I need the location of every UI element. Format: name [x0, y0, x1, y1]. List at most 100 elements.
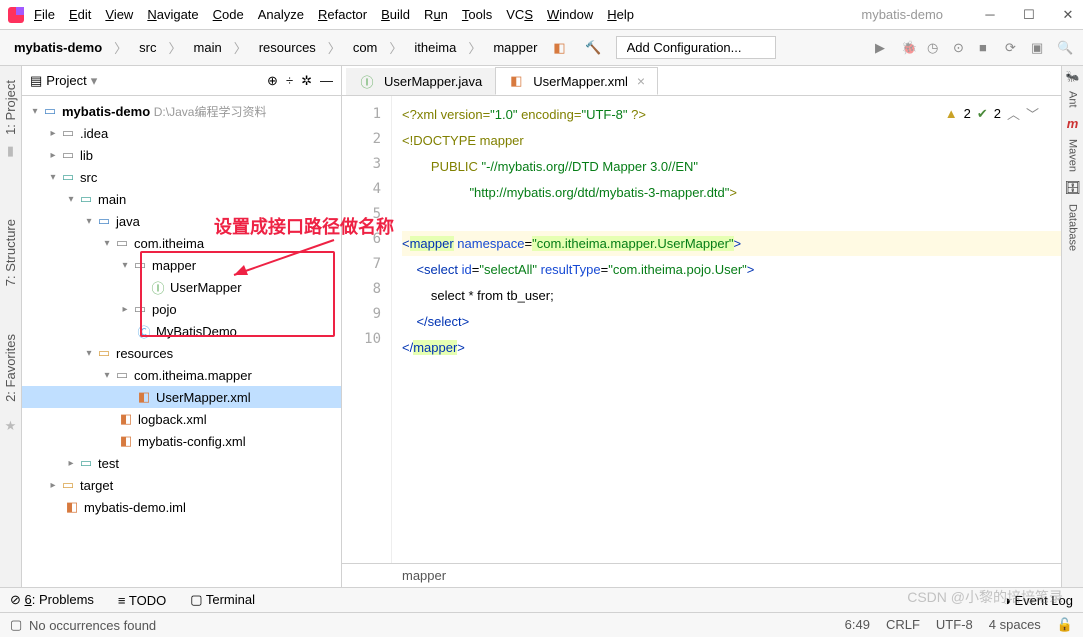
menu-window[interactable]: Window: [547, 7, 593, 22]
breadcrumb: mybatis-demo〉 src〉 main〉 resources〉 com〉…: [10, 36, 606, 59]
editor-tabs: ⒾUserMapper.java ◧UserMapper.xml×: [342, 66, 1061, 96]
todo-tab[interactable]: ≡ TODO: [118, 593, 166, 608]
menu-analyze[interactable]: Analyze: [258, 7, 304, 22]
search-icon[interactable]: 🔍: [1057, 40, 1073, 56]
debug-icon[interactable]: 🐞: [901, 40, 917, 56]
tree-pkg[interactable]: com.itheima: [134, 236, 204, 251]
settings-icon[interactable]: ✲: [301, 73, 312, 89]
coverage-icon[interactable]: ◷: [927, 40, 943, 56]
run-config-select[interactable]: [616, 36, 776, 59]
indent[interactable]: 4 spaces: [989, 617, 1041, 633]
profile-icon[interactable]: ⊙: [953, 40, 969, 56]
module-icon: ▭: [42, 104, 58, 118]
menu-refactor[interactable]: Refactor: [318, 7, 367, 22]
project-tree[interactable]: ▾▭mybatis-demo D:\Java编程学习资料 ▸▭.idea ▸▭l…: [22, 96, 341, 587]
crumb-0[interactable]: mybatis-demo: [10, 38, 106, 57]
crumb-3[interactable]: resources: [255, 38, 320, 57]
tree-logback[interactable]: logback.xml: [138, 412, 207, 427]
tree-src[interactable]: src: [80, 170, 97, 185]
chevron-down-icon[interactable]: ﹀: [1026, 104, 1039, 123]
tree-resources[interactable]: resources: [116, 346, 173, 361]
attach-icon[interactable]: ▣: [1031, 40, 1047, 56]
menu-code[interactable]: Code: [213, 7, 244, 22]
tree-iml[interactable]: mybatis-demo.iml: [84, 500, 186, 515]
tab-project[interactable]: 1: Project: [3, 80, 18, 135]
bottom-toolbar: ⊘ 6: 6: ProblemsProblems ≡ TODO ▢ Termin…: [0, 587, 1083, 612]
tab-structure[interactable]: 7: Structure: [3, 219, 18, 286]
menu-run[interactable]: Run: [424, 7, 448, 22]
package-icon: ▭: [132, 302, 148, 316]
hammer-icon[interactable]: 🔨: [581, 38, 605, 58]
menu-view[interactable]: View: [105, 7, 133, 22]
tab-maven[interactable]: Maven: [1067, 139, 1079, 172]
menu-file[interactable]: FFileile: [34, 7, 55, 22]
stop-icon[interactable]: ■: [979, 40, 995, 56]
tree-mapper[interactable]: mapper: [152, 258, 196, 273]
tree-idea[interactable]: .idea: [80, 126, 108, 141]
tree-mybatis-cfg[interactable]: mybatis-config.xml: [138, 434, 246, 449]
eventlog-tab[interactable]: ◑ Event Log: [1003, 593, 1073, 608]
crumb-6[interactable]: mapper: [489, 38, 541, 57]
minimize-icon[interactable]: ─: [983, 8, 997, 22]
tree-res-pkg[interactable]: com.itheima.mapper: [134, 368, 252, 383]
focus-icon[interactable]: ⊕: [267, 73, 278, 89]
menu-tools[interactable]: Tools: [462, 7, 492, 22]
maximize-icon[interactable]: ☐: [1022, 8, 1036, 22]
crumb-1[interactable]: src: [135, 38, 160, 57]
code-editor[interactable]: <?xml version="1.0" encoding="UTF-8" ?> …: [392, 96, 1061, 563]
project-panel-title: Project: [46, 73, 86, 88]
menu-vcs[interactable]: VCS: [506, 7, 533, 22]
close-icon[interactable]: ✕: [1061, 8, 1075, 22]
tree-pojo[interactable]: pojo: [152, 302, 177, 317]
crumb-2[interactable]: main: [190, 38, 226, 57]
tree-root[interactable]: mybatis-demo: [62, 104, 150, 119]
readonly-icon[interactable]: 🔓: [1057, 617, 1073, 633]
tab-close-icon[interactable]: ×: [637, 73, 645, 89]
title-bar: FFileile Edit View Navigate Code Analyze…: [0, 0, 1083, 30]
xml-file-icon: ◧: [508, 74, 524, 88]
tree-usermapper[interactable]: UserMapper: [170, 280, 242, 295]
encoding[interactable]: UTF-8: [936, 617, 973, 633]
inspection-badges[interactable]: ▲2 ✔2 ︿ ﹀: [945, 104, 1039, 123]
terminal-tab[interactable]: ▢ Terminal: [190, 592, 255, 608]
folder-icon: ▭: [96, 346, 112, 360]
tree-java[interactable]: java: [116, 214, 140, 229]
menu-edit[interactable]: Edit: [69, 7, 91, 22]
tree-test[interactable]: test: [98, 456, 119, 471]
caret-pos[interactable]: 6:49: [845, 617, 870, 633]
menu-build[interactable]: Build: [381, 7, 410, 22]
line-gutter: 12345678910: [342, 96, 392, 563]
editor-breadcrumb[interactable]: mapper: [342, 563, 1061, 587]
editor-area: ⒾUserMapper.java ◧UserMapper.xml× ▲2 ✔2 …: [342, 66, 1061, 587]
tab-ant[interactable]: Ant: [1067, 91, 1079, 108]
xml-file-icon: ◧: [118, 434, 134, 448]
ok-icon: ✔: [977, 106, 988, 122]
crumb-4[interactable]: com: [349, 38, 382, 57]
left-gutter: 1: Project ▮ 7: Structure 2: Favorites ★: [0, 66, 22, 587]
menu-help[interactable]: Help: [607, 7, 634, 22]
main-menu: FFileile Edit View Navigate Code Analyze…: [34, 7, 861, 22]
tree-mybatisdemo[interactable]: MyBatisDemo: [156, 324, 237, 339]
tab-usermapper-java[interactable]: ⒾUserMapper.java: [346, 68, 495, 95]
tree-main[interactable]: main: [98, 192, 126, 207]
tree-target[interactable]: target: [80, 478, 113, 493]
tab-favorites[interactable]: 2: Favorites: [3, 334, 18, 402]
update-icon[interactable]: ⟳: [1005, 40, 1021, 56]
tab-usermapper-xml[interactable]: ◧UserMapper.xml×: [495, 67, 658, 95]
hide-icon[interactable]: —: [320, 73, 333, 89]
iml-file-icon: ◧: [64, 500, 80, 514]
xml-file-icon: ◧: [136, 390, 152, 404]
run-icon[interactable]: ▶: [875, 40, 891, 56]
tree-lib[interactable]: lib: [80, 148, 93, 163]
line-ending[interactable]: CRLF: [886, 617, 920, 633]
menu-navigate[interactable]: Navigate: [147, 7, 198, 22]
dropdown-icon[interactable]: ▾: [91, 73, 98, 89]
tree-usermapper-xml[interactable]: UserMapper.xml: [156, 390, 251, 405]
expand-icon[interactable]: ÷: [286, 73, 293, 89]
crumb-5[interactable]: itheima: [410, 38, 460, 57]
package-icon: ▭: [114, 368, 130, 382]
folder-icon: ▭: [78, 192, 94, 206]
tab-database[interactable]: Database: [1067, 204, 1079, 251]
chevron-up-icon[interactable]: ︿: [1007, 104, 1020, 123]
problems-tab[interactable]: ⊘ 6: 6: ProblemsProblems: [10, 592, 94, 608]
